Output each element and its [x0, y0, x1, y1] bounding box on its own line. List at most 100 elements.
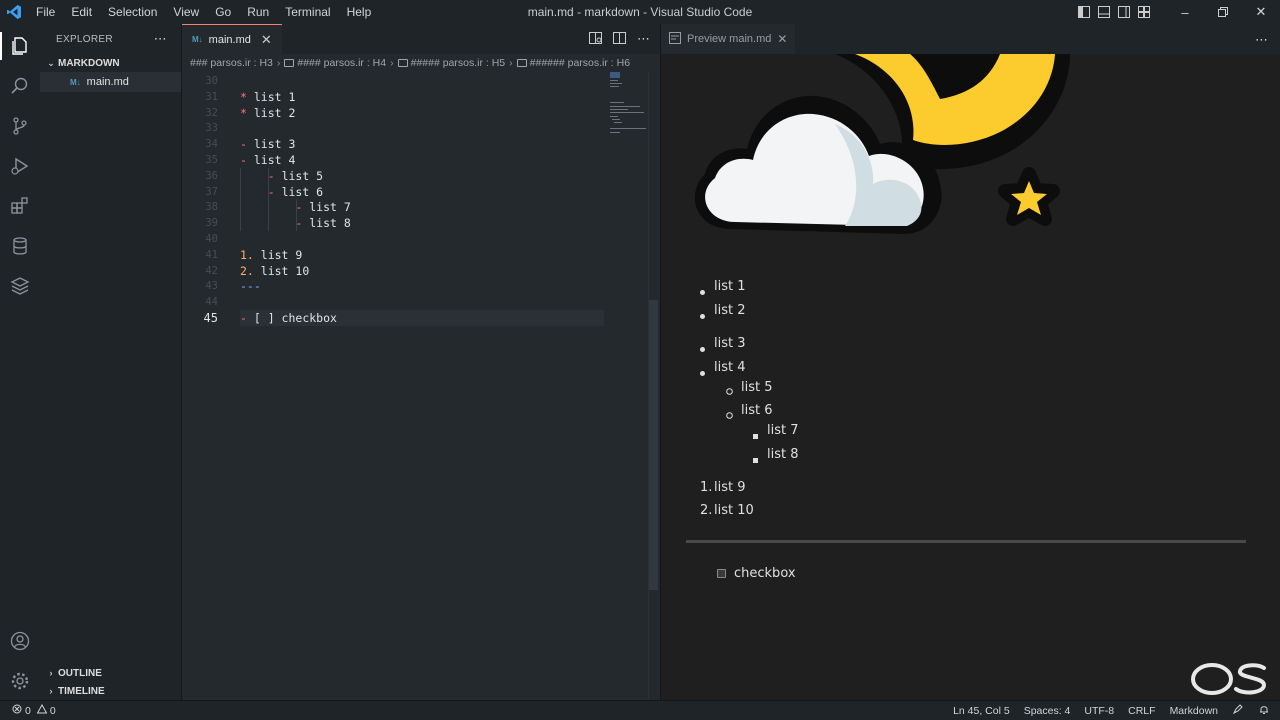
ordered-list-marker: 2. — [700, 503, 713, 518]
toggle-sidebar-icon[interactable] — [1074, 0, 1094, 24]
breadcrumb-item[interactable]: ##### parsos.ir : H5 — [411, 57, 506, 69]
menu-terminal[interactable]: Terminal — [277, 0, 338, 24]
source-control-icon[interactable] — [0, 106, 40, 146]
task-checkbox[interactable] — [717, 569, 726, 578]
list-item: list 4 — [714, 360, 746, 375]
list-item: list 6 — [741, 403, 773, 418]
warning-count: 0 — [49, 704, 56, 717]
window-controls: – ✕ — [1074, 0, 1280, 24]
line-number: 45 — [203, 311, 218, 325]
indent-guide — [296, 199, 297, 231]
list-bullet — [700, 308, 705, 322]
code-content: [ ] checkbox — [246, 311, 337, 325]
list-marker: - — [240, 137, 247, 152]
breadcrumb-item[interactable]: ###### parsos.ir : H6 — [530, 57, 630, 69]
code-content: list 9 — [253, 247, 303, 262]
menu-help[interactable]: Help — [339, 0, 380, 24]
line-number: 35 — [205, 154, 218, 166]
split-editor-icon[interactable] — [613, 31, 627, 48]
database-icon[interactable] — [0, 226, 40, 266]
language-mode[interactable]: Markdown — [1170, 705, 1218, 717]
explorer-header: EXPLORER ⋯ — [40, 24, 181, 54]
code-content: list 3 — [246, 137, 296, 152]
list-bullet-square — [753, 452, 758, 466]
encoding[interactable]: UTF-8 — [1084, 705, 1114, 717]
menu-run[interactable]: Run — [239, 0, 277, 24]
line-number: 44 — [205, 296, 218, 309]
markdown-file-icon: M↓ — [192, 35, 203, 44]
menu-go[interactable]: Go — [207, 0, 239, 24]
indentation[interactable]: Spaces: 4 — [1024, 705, 1071, 717]
list-marker: * — [240, 105, 247, 120]
outline-section[interactable]: › OUTLINE — [40, 664, 182, 682]
code-editor[interactable]: 30 31 * list 1 32 * list 2 33 34 - list 3 35 - li… — [182, 72, 660, 700]
menu-file[interactable]: File — [28, 0, 63, 24]
more-actions-icon[interactable]: ⋯ — [154, 31, 167, 47]
customize-layout-icon[interactable] — [1134, 0, 1154, 24]
feedback-icon[interactable] — [1232, 703, 1244, 718]
breadcrumb-item[interactable]: ### parsos.ir : H3 — [190, 57, 273, 69]
file-name: main.md — [86, 76, 129, 88]
preview-tab-label: Preview main.md — [687, 33, 772, 45]
toggle-secondary-sidebar-icon[interactable] — [1114, 0, 1134, 24]
code-content: list 10 — [253, 263, 310, 278]
code-text: - [ ] checkbox — [240, 310, 337, 326]
line-number: 38 — [205, 201, 218, 214]
file-item-main-md[interactable]: M↓ main.md — [40, 72, 181, 92]
hr-marker: --- — [240, 279, 261, 294]
close-tab-icon[interactable]: ✕ — [261, 32, 272, 48]
line-number: 43 — [205, 280, 218, 293]
code-line: 39 - list 8 — [182, 215, 660, 231]
extensions-icon[interactable] — [0, 186, 40, 226]
cursor-position[interactable]: Ln 45, Col 5 — [953, 705, 1010, 717]
accounts-icon[interactable] — [0, 621, 40, 661]
list-bullet — [700, 284, 705, 298]
breadcrumb: ### parsos.ir : H3 › #### parsos.ir : H4… — [182, 54, 660, 72]
notifications-bell-icon[interactable] — [1258, 703, 1270, 718]
code-line: 31 * list 1 — [182, 89, 660, 105]
close-button[interactable]: ✕ — [1242, 0, 1280, 24]
line-number: 37 — [205, 185, 218, 198]
code-text: - list 6 — [240, 184, 323, 200]
menu-edit[interactable]: Edit — [63, 0, 100, 24]
search-icon[interactable] — [0, 66, 40, 106]
menu-view[interactable]: View — [165, 0, 207, 24]
run-debug-icon[interactable] — [0, 146, 40, 186]
editor-scrollbar-thumb[interactable] — [649, 300, 658, 590]
toggle-panel-icon[interactable] — [1094, 0, 1114, 24]
minimap[interactable] — [610, 72, 648, 142]
breadcrumb-item[interactable]: #### parsos.ir : H4 — [297, 57, 386, 69]
open-preview-side-icon[interactable] — [589, 31, 603, 48]
problems-indicator[interactable]: 0 0 — [0, 703, 56, 717]
end-of-line[interactable]: CRLF — [1128, 705, 1155, 717]
code-line: 41 1. list 9 — [182, 247, 660, 263]
chevron-down-icon: ⌄ — [47, 57, 55, 68]
code-line: 33 — [182, 120, 660, 136]
explorer-title: EXPLORER — [56, 33, 113, 45]
tab-preview-main-md[interactable]: Preview main.md ✕ — [661, 24, 796, 54]
status-bar: 0 0 Ln 45, Col 5 Spaces: 4 UTF-8 CRLF Ma… — [0, 700, 1280, 720]
editor-actions: ⋯ — [589, 24, 650, 54]
explorer-icon[interactable] — [0, 26, 40, 66]
settings-gear-icon[interactable] — [0, 661, 40, 701]
code-line: 42 2. list 10 — [182, 263, 660, 279]
symbol-icon — [284, 59, 295, 67]
more-actions-icon[interactable]: ⋯ — [637, 31, 650, 47]
code-line: 40 — [182, 231, 660, 247]
code-text: 1. list 9 — [240, 247, 302, 263]
tab-main-md[interactable]: M↓ main.md ✕ — [182, 24, 282, 54]
code-content: list 7 — [302, 200, 351, 215]
list-bullet-square — [753, 428, 758, 442]
timeline-section[interactable]: › TIMELINE — [40, 682, 182, 700]
editor-tab-bar: M↓ main.md ✕ ⋯ — [182, 24, 660, 54]
minimize-button[interactable]: – — [1166, 0, 1204, 24]
menu-selection[interactable]: Selection — [100, 0, 165, 24]
layers-icon[interactable] — [0, 266, 40, 306]
list-item: list 9 — [714, 480, 746, 495]
code-line: 45 - [ ] checkbox — [182, 310, 660, 326]
more-actions-icon[interactable]: ⋯ — [1255, 32, 1268, 48]
restore-button[interactable] — [1204, 0, 1242, 24]
folder-section-markdown[interactable]: ⌄ MARKDOWN — [40, 54, 181, 72]
close-tab-icon[interactable]: ✕ — [777, 32, 787, 46]
line-number: 32 — [205, 106, 218, 119]
